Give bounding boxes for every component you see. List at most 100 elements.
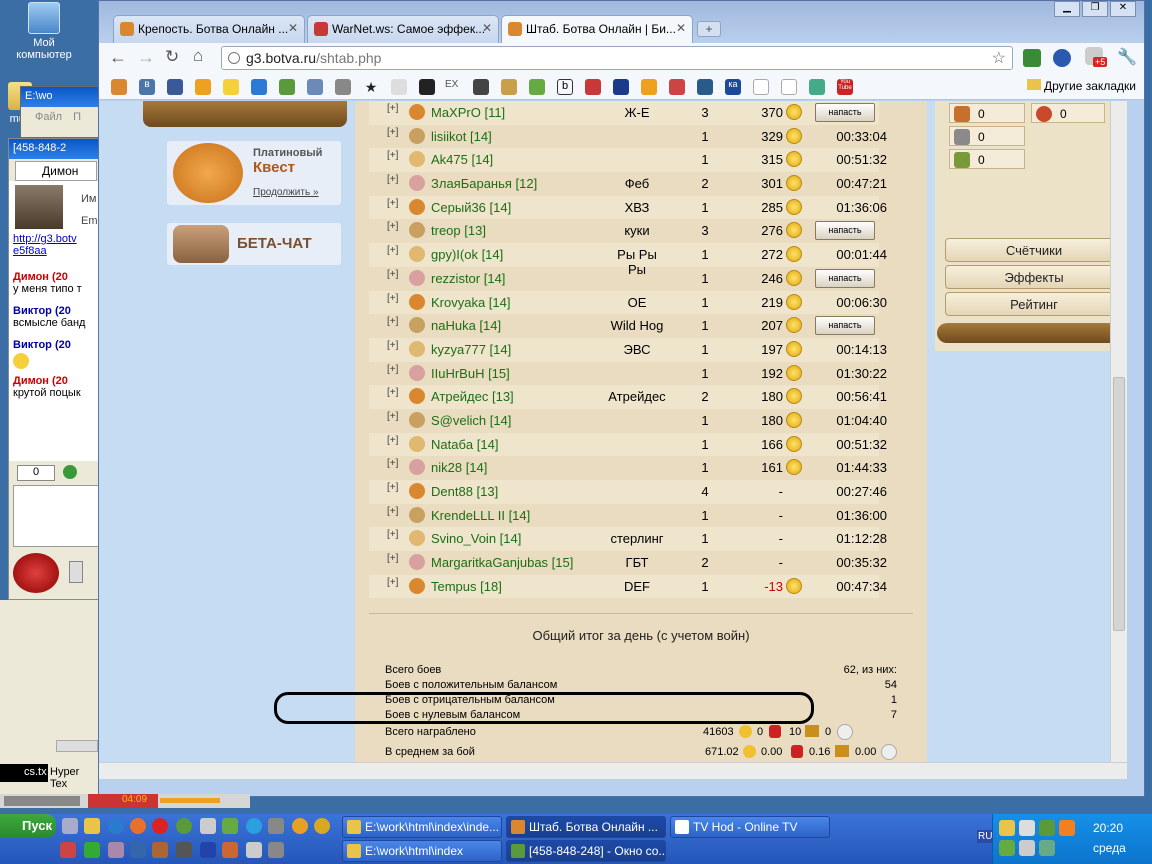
horizontal-scrollbar[interactable] bbox=[99, 762, 1127, 779]
skype-icon[interactable] bbox=[246, 818, 262, 834]
player-name[interactable]: IIuHrBuH [15] bbox=[431, 366, 510, 381]
volume-icon[interactable] bbox=[1019, 820, 1035, 836]
bookmark-botva-icon[interactable] bbox=[111, 79, 127, 95]
plus-toggle[interactable]: [+] bbox=[387, 411, 398, 422]
rating-button[interactable]: Рейтинг bbox=[945, 292, 1123, 316]
attack-button[interactable]: напасть bbox=[815, 103, 875, 122]
plus-toggle[interactable]: [+] bbox=[387, 198, 398, 209]
scroll-thumb[interactable] bbox=[1113, 377, 1125, 631]
quicklaunch-icon[interactable] bbox=[108, 842, 124, 858]
extension-notify-icon[interactable]: +5 bbox=[1085, 47, 1108, 67]
plus-toggle[interactable]: [+] bbox=[387, 316, 398, 327]
taskbar-button-tv[interactable]: TV Hod - Online TV bbox=[670, 816, 830, 838]
back-arrow-icon[interactable]: ← bbox=[109, 47, 127, 68]
plus-toggle[interactable]: [+] bbox=[387, 293, 398, 304]
plus-toggle[interactable]: [+] bbox=[387, 529, 398, 540]
close-icon[interactable]: ✕ bbox=[676, 21, 686, 35]
player-name[interactable]: S@velich [14] bbox=[431, 413, 511, 428]
bookmark-blue-icon[interactable] bbox=[697, 79, 713, 95]
ie-icon[interactable] bbox=[108, 818, 124, 834]
bookmark-page-icon[interactable] bbox=[753, 79, 769, 95]
quicklaunch-icon[interactable] bbox=[222, 842, 238, 858]
volume-slider[interactable] bbox=[160, 798, 220, 803]
player-name[interactable]: Nataбa [14] bbox=[431, 437, 498, 452]
minimize-button[interactable]: ▁ bbox=[1054, 1, 1080, 17]
qip-contact-tab[interactable]: Димон bbox=[15, 161, 97, 181]
quicklaunch-icon[interactable] bbox=[62, 818, 78, 834]
plus-toggle[interactable]: [+] bbox=[387, 482, 398, 493]
quicklaunch-icon[interactable] bbox=[268, 842, 284, 858]
attack-button[interactable]: напасть bbox=[815, 221, 875, 241]
plus-toggle[interactable]: [+] bbox=[387, 364, 398, 375]
player-name[interactable]: Ak475 [14] bbox=[431, 152, 493, 167]
bookmark-play-icon[interactable] bbox=[391, 79, 407, 95]
quicklaunch-icon[interactable] bbox=[292, 818, 308, 834]
bookmark-facebook-icon[interactable] bbox=[167, 79, 183, 95]
plus-toggle[interactable]: [+] bbox=[387, 174, 398, 185]
counters-button[interactable]: Счётчики bbox=[945, 238, 1123, 262]
quicklaunch-icon[interactable] bbox=[60, 842, 76, 858]
other-bookmarks[interactable]: Другие закладки bbox=[1027, 79, 1136, 93]
bookmark-diamond-icon[interactable] bbox=[613, 79, 629, 95]
attack-button[interactable]: напасть bbox=[815, 268, 875, 288]
quest-continue-link[interactable]: Продолжить » bbox=[253, 187, 319, 198]
quicklaunch-icon[interactable] bbox=[200, 842, 216, 858]
player-name[interactable]: Tempus [18] bbox=[431, 579, 502, 594]
browser-window[interactable]: Крепость. Ботва Онлайн ... ✕ WarNet.ws: … bbox=[98, 0, 1145, 797]
effects-button[interactable]: Эффекты bbox=[945, 265, 1123, 289]
player-name[interactable]: Серый36 [14] bbox=[431, 200, 511, 215]
quicklaunch-icon[interactable] bbox=[84, 842, 100, 858]
start-button[interactable]: Пуск bbox=[0, 814, 56, 838]
maximize-button[interactable]: ❐ bbox=[1082, 1, 1108, 17]
plus-toggle[interactable]: [+] bbox=[387, 577, 398, 588]
chat-link[interactable]: e5f8aa bbox=[9, 245, 103, 257]
player-name[interactable]: Krovyaka [14] bbox=[431, 295, 511, 310]
close-icon[interactable]: ✕ bbox=[288, 21, 298, 35]
plus-toggle[interactable]: [+] bbox=[387, 387, 398, 398]
media-player-bar[interactable]: 04:09 bbox=[0, 794, 250, 808]
menu-edit[interactable]: П bbox=[73, 111, 81, 123]
player-controls[interactable] bbox=[4, 796, 80, 806]
plus-toggle[interactable]: [+] bbox=[387, 150, 398, 161]
plus-toggle[interactable]: [+] bbox=[387, 340, 398, 351]
plus-toggle[interactable]: [+] bbox=[387, 127, 398, 138]
player-name[interactable]: Атрейдес [13] bbox=[431, 389, 514, 404]
wrench-icon[interactable]: 🔧 bbox=[1117, 47, 1137, 67]
extension-tv-icon[interactable] bbox=[1053, 49, 1071, 67]
bookmark-horse-icon[interactable] bbox=[501, 79, 517, 95]
quicklaunch-icon[interactable] bbox=[176, 842, 192, 858]
bookmark-dark-icon[interactable] bbox=[419, 79, 435, 95]
tab-warnet[interactable]: WarNet.ws: Самое эффек... ✕ bbox=[307, 15, 499, 43]
player-name[interactable]: ЗлаяБаранья [12] bbox=[431, 176, 537, 191]
player-name[interactable]: Svino_Voin [14] bbox=[431, 531, 521, 546]
info-icon[interactable] bbox=[314, 818, 330, 834]
qip-chat-window[interactable]: [458-848-2 Димон Им Ema http://g3.botv e… bbox=[8, 138, 104, 600]
tray-icon[interactable] bbox=[999, 840, 1015, 856]
player-name[interactable]: lisiikot [14] bbox=[431, 129, 492, 144]
address-bar[interactable]: g3.botva.ru/shtab.php ☆ bbox=[221, 46, 1013, 70]
bookmark-warnet-icon[interactable] bbox=[585, 79, 601, 95]
plus-toggle[interactable]: [+] bbox=[387, 221, 398, 232]
player-name[interactable]: Dent88 [13] bbox=[431, 484, 498, 499]
bookmark-b-icon[interactable]: b bbox=[557, 79, 573, 95]
firefox-icon[interactable] bbox=[130, 818, 146, 834]
explorer-window[interactable]: E:\wo Файл П bbox=[20, 86, 104, 138]
quicklaunch-icon[interactable] bbox=[152, 842, 168, 858]
bookmark-icq-icon[interactable] bbox=[279, 79, 295, 95]
plus-toggle[interactable]: [+] bbox=[387, 458, 398, 469]
bookmark-mail-icon[interactable] bbox=[251, 79, 267, 95]
close-icon[interactable]: ✕ bbox=[482, 21, 492, 35]
taskbar-button-browser[interactable]: Штаб. Ботва Онлайн ... bbox=[506, 816, 666, 838]
platinum-quest-banner[interactable]: Платиновый Квест Продолжить » bbox=[167, 141, 341, 205]
bookmark-page-icon[interactable] bbox=[781, 79, 797, 95]
tray-icon[interactable] bbox=[999, 820, 1015, 836]
bookmark-ka-icon[interactable]: ка bbox=[725, 79, 741, 95]
home-icon[interactable]: ⌂ bbox=[193, 46, 203, 66]
bookmark-gray-icon[interactable] bbox=[335, 79, 351, 95]
tray-icon[interactable] bbox=[1039, 820, 1055, 836]
emoticon-icon[interactable] bbox=[63, 465, 77, 479]
bookmark-vk-icon[interactable]: в bbox=[139, 79, 155, 95]
quicklaunch-icon[interactable] bbox=[200, 818, 216, 834]
bookmark-smiley-icon[interactable] bbox=[223, 79, 239, 95]
window-close-button[interactable]: ✕ bbox=[1110, 1, 1136, 17]
